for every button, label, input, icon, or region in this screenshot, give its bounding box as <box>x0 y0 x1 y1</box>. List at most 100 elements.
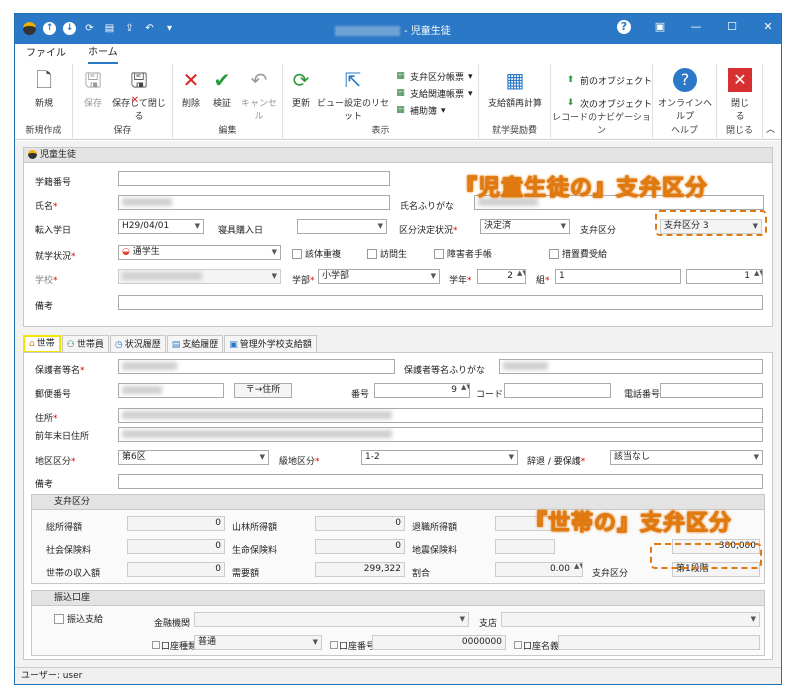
prev-object-button[interactable]: ⬆ 前のオブジェクト <box>565 74 652 87</box>
tab-members[interactable]: ⚇ 世帯員 <box>61 335 109 353</box>
payment-ledger-menu[interactable]: ▦ 支弁区分帳票 ▾ <box>395 70 472 83</box>
db-icon[interactable]: ▤ <box>103 22 116 35</box>
forest-income-label: 山林所得額 <box>232 523 278 533</box>
student-payclass-highlight <box>655 210 767 236</box>
upload-icon[interactable]: ↑ <box>43 22 56 35</box>
menu-file[interactable]: ファイル <box>26 44 66 64</box>
refresh-icon: ⟳ <box>292 68 310 92</box>
account-no-input[interactable]: 0000000 <box>372 635 506 650</box>
calculator-icon: ▦ <box>505 68 525 92</box>
status-select[interactable]: ◒ 通学生 ▼ <box>118 245 281 260</box>
school-select[interactable]: ▼ <box>118 269 281 284</box>
household-income-value: 0 <box>127 562 225 577</box>
number-label: 番号 <box>351 390 370 400</box>
name-input[interactable] <box>118 195 390 210</box>
demand-value: 299,322 <box>315 562 405 577</box>
export-icon[interactable]: ⇪ <box>123 22 136 35</box>
phone-input[interactable] <box>660 383 763 398</box>
minimize-icon[interactable]: — <box>689 20 703 34</box>
postal-input[interactable] <box>118 383 224 398</box>
delete-icon: ✕ <box>182 68 200 92</box>
decline-label: 辞退 / 要保護* <box>527 457 586 467</box>
restore-icon[interactable]: ▣ <box>653 20 667 34</box>
grade-stepper[interactable]: 2▲▼ <box>477 269 526 284</box>
student-note-input[interactable] <box>118 295 763 310</box>
decision-select[interactable]: 決定済 ▼ <box>480 219 570 234</box>
branch-select[interactable]: ▼ <box>501 612 760 627</box>
household-note-input[interactable] <box>118 474 763 489</box>
institution-select[interactable]: ▼ <box>194 612 469 627</box>
guardian-kana-input[interactable] <box>499 359 763 374</box>
payclass-label: 支弁区分 <box>592 569 629 579</box>
account-type-select[interactable]: 普通 ▼ <box>194 635 322 650</box>
prev-address-input[interactable] <box>118 427 763 442</box>
address-input[interactable] <box>118 408 763 423</box>
region-select[interactable]: 第6区 ▼ <box>118 450 269 465</box>
title-bar: ↑ ↓ ⟳ ▤ ⇪ ↶ ▾ - 児童生徒 ? ▣ — ☐ ✕ <box>15 14 781 44</box>
tab-payment-history[interactable]: ▤ 支給履歴 <box>166 335 224 353</box>
student-section-header: 児童生徒 <box>24 148 772 163</box>
guardian-kana-label: 保護者等名ふりがな <box>404 366 486 376</box>
collapse-ribbon-icon[interactable]: ︿ <box>766 122 775 135</box>
view-reset-button[interactable]: ⇱ ビュー設定のリセット <box>315 68 391 122</box>
bank-section: 振込口座 振込支給 金融機関 ▼ 支店 ▼ 口座種類 普通 ▼ 口座番号 0000… <box>31 590 765 656</box>
close-button[interactable]: ✕ 閉じる <box>727 68 753 122</box>
measure-payment-checkbox[interactable]: 措置費受給 <box>549 247 607 260</box>
code-input[interactable] <box>504 383 611 398</box>
dept-label: 学部* <box>292 276 315 286</box>
visit-checkbox[interactable]: 訪問生 <box>367 247 407 260</box>
transfer-pay-checkbox[interactable]: 振込支給 <box>54 612 103 625</box>
save-button[interactable]: 🖫 保存 <box>81 68 105 109</box>
disability-cert-checkbox[interactable]: 障害者手帳 <box>434 247 492 260</box>
code-label: コード <box>476 390 504 400</box>
bed-date-label: 寝具購入日 <box>218 226 264 236</box>
decline-select[interactable]: 該当なし ▼ <box>610 450 763 465</box>
grade-region-select[interactable]: 1-2 ▼ <box>361 450 518 465</box>
class-input[interactable]: 1 <box>555 269 681 284</box>
tab-strip: ⌂ 世帯 ⚇ 世帯員 ◷ 状況履歴 ▤ 支給履歴 ▣ 管理外学校支給額 <box>23 335 318 353</box>
delete-button[interactable]: ✕ 削除 <box>179 68 203 109</box>
dept-select[interactable]: 小学部 ▼ <box>318 269 440 284</box>
tab-household[interactable]: ⌂ 世帯 <box>23 335 61 353</box>
undo-arrow-icon: ↶ <box>250 68 268 92</box>
recalc-button[interactable]: ▦ 支給額再計算 <box>483 68 547 109</box>
bed-date-input[interactable]: ▼ <box>297 219 387 234</box>
refresh-icon[interactable]: ⟳ <box>83 22 96 35</box>
maximize-icon[interactable]: ☐ <box>725 20 739 34</box>
cancel-button[interactable]: ↶ キャンセル <box>239 68 279 122</box>
help-icon[interactable]: ? <box>617 20 631 34</box>
quake-ins-value <box>495 539 555 554</box>
grade-region-label: 級地区分* <box>279 457 320 467</box>
dropdown-icon[interactable]: ▾ <box>163 22 176 35</box>
payment-related-menu[interactable]: ▦ 支給関連帳票 ▾ <box>395 87 472 100</box>
tab-status-history[interactable]: ◷ 状況履歴 <box>109 335 166 353</box>
auxiliary-menu[interactable]: ▦ 補助簿 ▾ <box>395 104 445 117</box>
close-icon[interactable]: ✕ <box>761 20 775 34</box>
ribbon: 🗋 新規 新規作成 🖫 保存 🖫✕ 保存して閉じる 保存 ✕ 削除 ✔ 検証 ↶ キャンセル… <box>15 64 781 140</box>
new-button[interactable]: 🗋 新規 <box>25 68 63 109</box>
refresh-button[interactable]: ⟳ 更新 <box>289 68 313 109</box>
status-bar: ユーザー: user <box>15 667 781 684</box>
menu-home[interactable]: ホーム <box>88 45 118 64</box>
verify-button[interactable]: ✔ 検証 <box>209 68 235 109</box>
school-label: 学校* <box>35 276 58 286</box>
tab-external-school[interactable]: ▣ 管理外学校支給額 <box>224 335 317 353</box>
account-name-input[interactable] <box>558 635 760 650</box>
download-icon[interactable]: ↓ <box>63 22 76 35</box>
guardian-input[interactable] <box>118 359 395 374</box>
student-no-input[interactable] <box>118 171 390 186</box>
next-object-button[interactable]: ⬇ 次のオブジェクト <box>565 97 652 110</box>
student-payclass-annotation: 『児童生徒の』支弁区分 <box>454 176 709 202</box>
transfer-date-input[interactable]: H29/04/01 ▼ <box>118 219 204 234</box>
online-help-button[interactable]: ? オンラインヘルプ <box>655 68 715 122</box>
status-icon: ◒ <box>122 247 130 257</box>
up-circle-icon: ⬆ <box>566 75 575 85</box>
demand-label: 需要額 <box>232 569 260 579</box>
undo-icon[interactable]: ↶ <box>143 22 156 35</box>
save-close-button[interactable]: 🖫✕ 保存して閉じる <box>109 68 169 122</box>
new-document-icon: 🗋 <box>35 68 53 92</box>
number-stepper[interactable]: 9▲▼ <box>374 383 470 398</box>
attend-no-stepper[interactable]: 1▲▼ <box>686 269 763 284</box>
postal-lookup-button[interactable]: 〒→住所 <box>234 383 292 398</box>
multi-enroll-checkbox[interactable]: 該体重複 <box>292 247 341 260</box>
